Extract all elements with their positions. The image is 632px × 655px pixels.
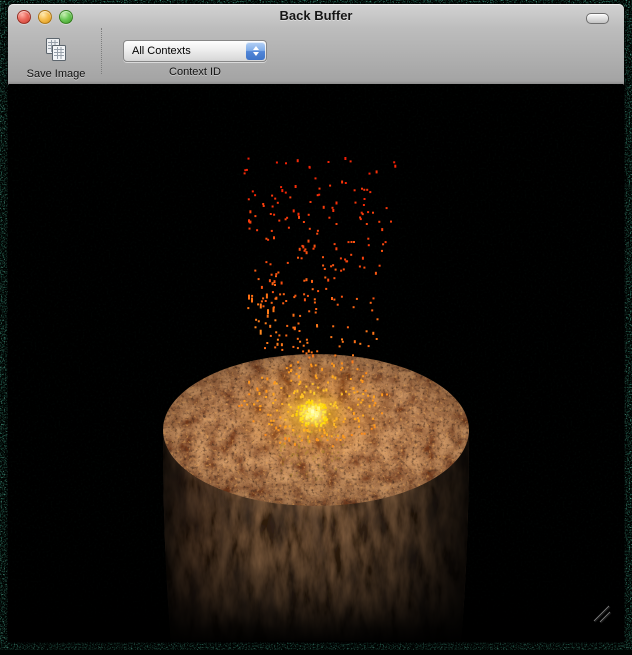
save-image-button[interactable]: Save Image: [18, 26, 94, 83]
window-chrome: Back Buffer Save Image All Contexts: [8, 4, 624, 85]
toolbar-toggle-pill[interactable]: [586, 13, 609, 24]
titlebar[interactable]: Back Buffer: [8, 4, 624, 26]
context-popup-label: Context ID: [169, 66, 221, 78]
window-title: Back Buffer: [88, 4, 544, 26]
save-image-icon: [43, 37, 69, 68]
popup-arrows-icon: [246, 42, 265, 60]
minimize-icon[interactable]: [38, 10, 52, 24]
context-popup-value: All Contexts: [124, 45, 246, 57]
traffic-lights: [17, 10, 73, 24]
back-buffer-window: Back Buffer Save Image All Contexts: [8, 4, 624, 642]
zoom-icon[interactable]: [59, 10, 73, 24]
render-view: [9, 84, 623, 641]
context-popup-group: All Contexts Context ID: [109, 26, 281, 83]
toolbar: Save Image All Contexts Context ID: [8, 26, 624, 83]
close-icon[interactable]: [17, 10, 31, 24]
toolbar-separator: [101, 28, 102, 74]
context-popup-button[interactable]: All Contexts: [123, 40, 267, 62]
save-image-label: Save Image: [27, 68, 86, 80]
